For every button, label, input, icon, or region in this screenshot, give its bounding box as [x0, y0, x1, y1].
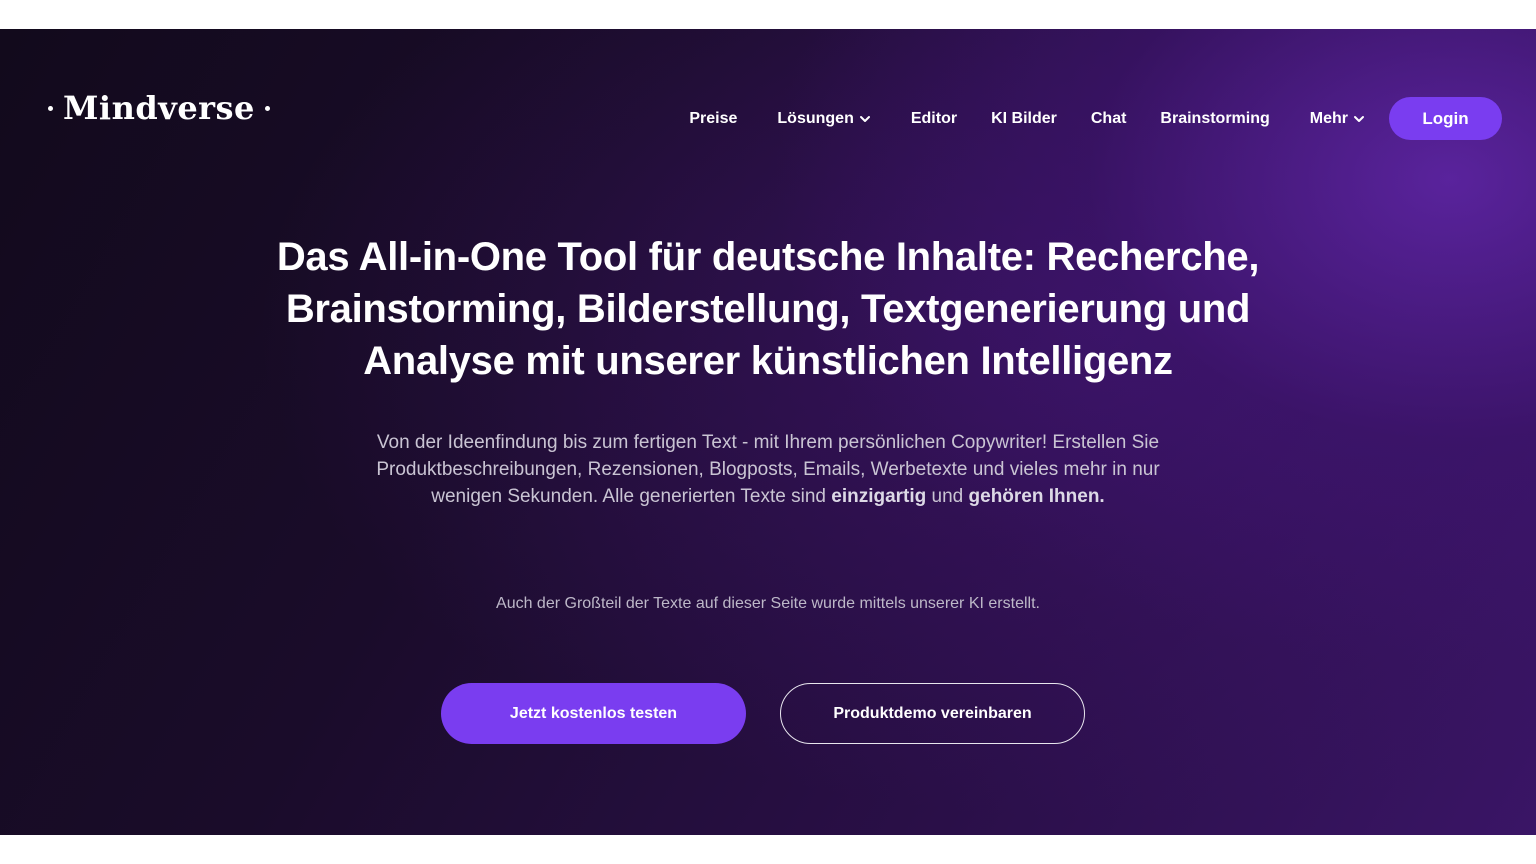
chevron-down-icon — [1353, 113, 1365, 125]
description-text: und — [926, 486, 969, 507]
nav-item-chat[interactable]: Chat — [1091, 110, 1127, 128]
ai-generated-note: Auch der Großteil der Texte auf dieser S… — [496, 595, 1040, 612]
start-free-trial-button[interactable]: Jetzt kostenlos testen — [441, 683, 746, 744]
nav-item-label: Lösungen — [777, 109, 854, 127]
book-demo-button[interactable]: Produktdemo vereinbaren — [780, 683, 1085, 744]
logo-dot-right-icon — [264, 105, 270, 111]
nav-item-label: Preise — [689, 109, 738, 127]
logo-dot-left-icon — [48, 105, 53, 111]
headline-line: Brainstorming, Bilderstellung, Textgener… — [285, 287, 1251, 331]
nav-item-ki-bilder[interactable]: KI Bilder — [991, 110, 1057, 128]
headline-line: Analyse mit unserer künstlichen Intellig… — [363, 339, 1173, 383]
main-navigation: Preise Lösungen Editor KI Bilder Chat Br… — [689, 97, 1502, 140]
nav-item-label: Brainstorming — [1160, 109, 1270, 127]
hero-headline: Das All-in-One Tool für deutsche Inhalte… — [218, 231, 1318, 387]
nav-item-loesungen[interactable]: Lösungen — [777, 110, 870, 128]
nav-item-label: Mehr — [1309, 109, 1348, 127]
hero-section: Mindverse Preise Lösungen Editor KI Bild… — [0, 29, 1536, 835]
nav-item-editor[interactable]: Editor — [911, 110, 957, 128]
nav-item-preise[interactable]: Preise — [689, 110, 737, 128]
nav-item-mehr[interactable]: Mehr — [1310, 110, 1365, 128]
chevron-down-icon — [859, 113, 871, 125]
description-emphasis-unique: einzigartig — [831, 486, 927, 507]
hero-description: Von der Ideenfindung bis zum fertigen Te… — [368, 429, 1168, 510]
nav-item-label: Chat — [1090, 109, 1127, 127]
brand-name: Mindverse — [63, 89, 255, 127]
login-button[interactable]: Login — [1389, 97, 1502, 140]
brand-logo[interactable]: Mindverse — [48, 87, 270, 129]
nav-item-label: KI Bilder — [991, 109, 1057, 127]
nav-item-label: Editor — [910, 109, 958, 127]
description-emphasis-ownership: gehören Ihnen. — [968, 486, 1105, 507]
nav-item-brainstorming[interactable]: Brainstorming — [1160, 110, 1269, 128]
headline-line: Das All-in-One Tool für deutsche Inhalte… — [276, 235, 1260, 279]
